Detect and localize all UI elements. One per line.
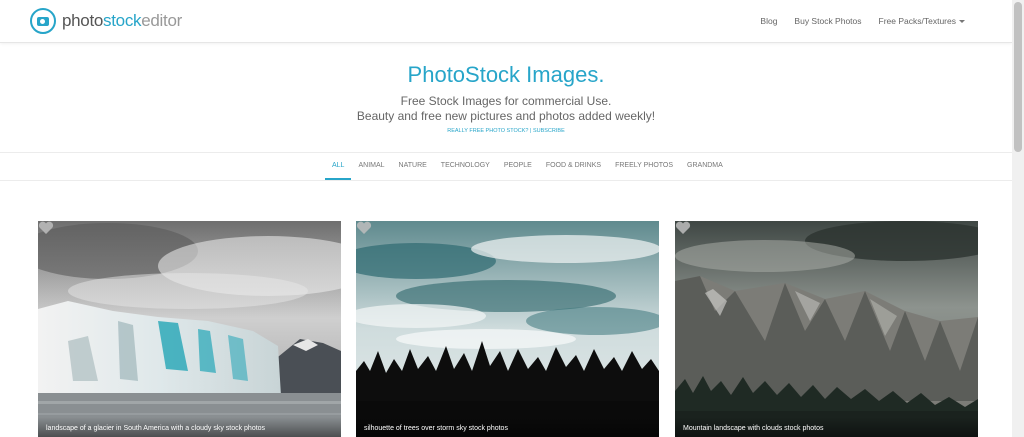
- photo-caption: landscape of a glacier in South America …: [38, 417, 341, 437]
- heart-icon[interactable]: [38, 221, 54, 235]
- filter-freely-photos[interactable]: FREELY PHOTOS: [608, 153, 680, 180]
- subscribe-link[interactable]: SUBSCRIBE: [533, 128, 565, 134]
- filter-people[interactable]: PEOPLE: [497, 153, 539, 180]
- scrollbar-thumb[interactable]: [1014, 2, 1022, 152]
- heart-icon[interactable]: [356, 221, 372, 235]
- really-free-link[interactable]: REALLY FREE PHOTO STOCK?: [447, 128, 528, 134]
- photo-caption: Mountain landscape with clouds stock pho…: [675, 417, 978, 437]
- filter-animal[interactable]: ANIMAL: [351, 153, 391, 180]
- hero-subtitle-2: Beauty and free new pictures and photos …: [356, 109, 656, 123]
- photo-card[interactable]: landscape of a glacier in South America …: [38, 221, 341, 437]
- photo-caption: silhouette of trees over storm sky stock…: [356, 417, 659, 437]
- heart-icon[interactable]: [675, 221, 691, 235]
- logo-text-editor: editor: [141, 11, 182, 30]
- hero-subtitle-1: Free Stock Images for commercial Use.: [400, 94, 612, 108]
- filter-food-drinks[interactable]: FOOD & DRINKS: [539, 153, 608, 180]
- page-scrollbar[interactable]: [1012, 0, 1024, 437]
- filter-all[interactable]: ALL: [325, 153, 352, 180]
- site-logo[interactable]: photostockeditor: [30, 7, 182, 35]
- chevron-down-icon: [959, 19, 965, 23]
- trees-storm-sky-photo: [356, 221, 659, 437]
- category-filter-bar: ALL ANIMAL NATURE TECHNOLOGY PEOPLE FOOD…: [0, 152, 1012, 181]
- nav-link-blog[interactable]: Blog: [760, 16, 777, 26]
- glacier-photo: [38, 221, 341, 437]
- filter-technology[interactable]: TECHNOLOGY: [434, 153, 497, 180]
- category-filters: ALL ANIMAL NATURE TECHNOLOGY PEOPLE FOOD…: [325, 153, 730, 180]
- nav-link-free-packs-textures[interactable]: Free Packs/Textures: [879, 16, 965, 26]
- filter-grandma[interactable]: GRANDMA: [680, 153, 730, 180]
- top-navbar: photostockeditor Blog Buy Stock Photos F…: [0, 0, 1012, 43]
- hero-links: REALLY FREE PHOTO STOCK? | SUBSCRIBE: [0, 128, 1012, 134]
- logo-text-stock: stock: [103, 11, 142, 30]
- mountain-photo: [675, 221, 978, 437]
- camera-icon: [30, 8, 56, 34]
- logo-text: photostockeditor: [62, 11, 182, 31]
- nav-link-buy-stock-photos[interactable]: Buy Stock Photos: [794, 16, 861, 26]
- photo-card[interactable]: silhouette of trees over storm sky stock…: [356, 221, 659, 437]
- nav-link-free-packs-label: Free Packs/Textures: [878, 16, 956, 26]
- nav-menu: Blog Buy Stock Photos Free Packs/Texture…: [743, 0, 965, 42]
- photo-card[interactable]: Mountain landscape with clouds stock pho…: [675, 221, 978, 437]
- logo-text-photo: photo: [62, 11, 104, 30]
- page-title: PhotoStock Images.: [407, 62, 605, 87]
- filter-nature[interactable]: NATURE: [392, 153, 434, 180]
